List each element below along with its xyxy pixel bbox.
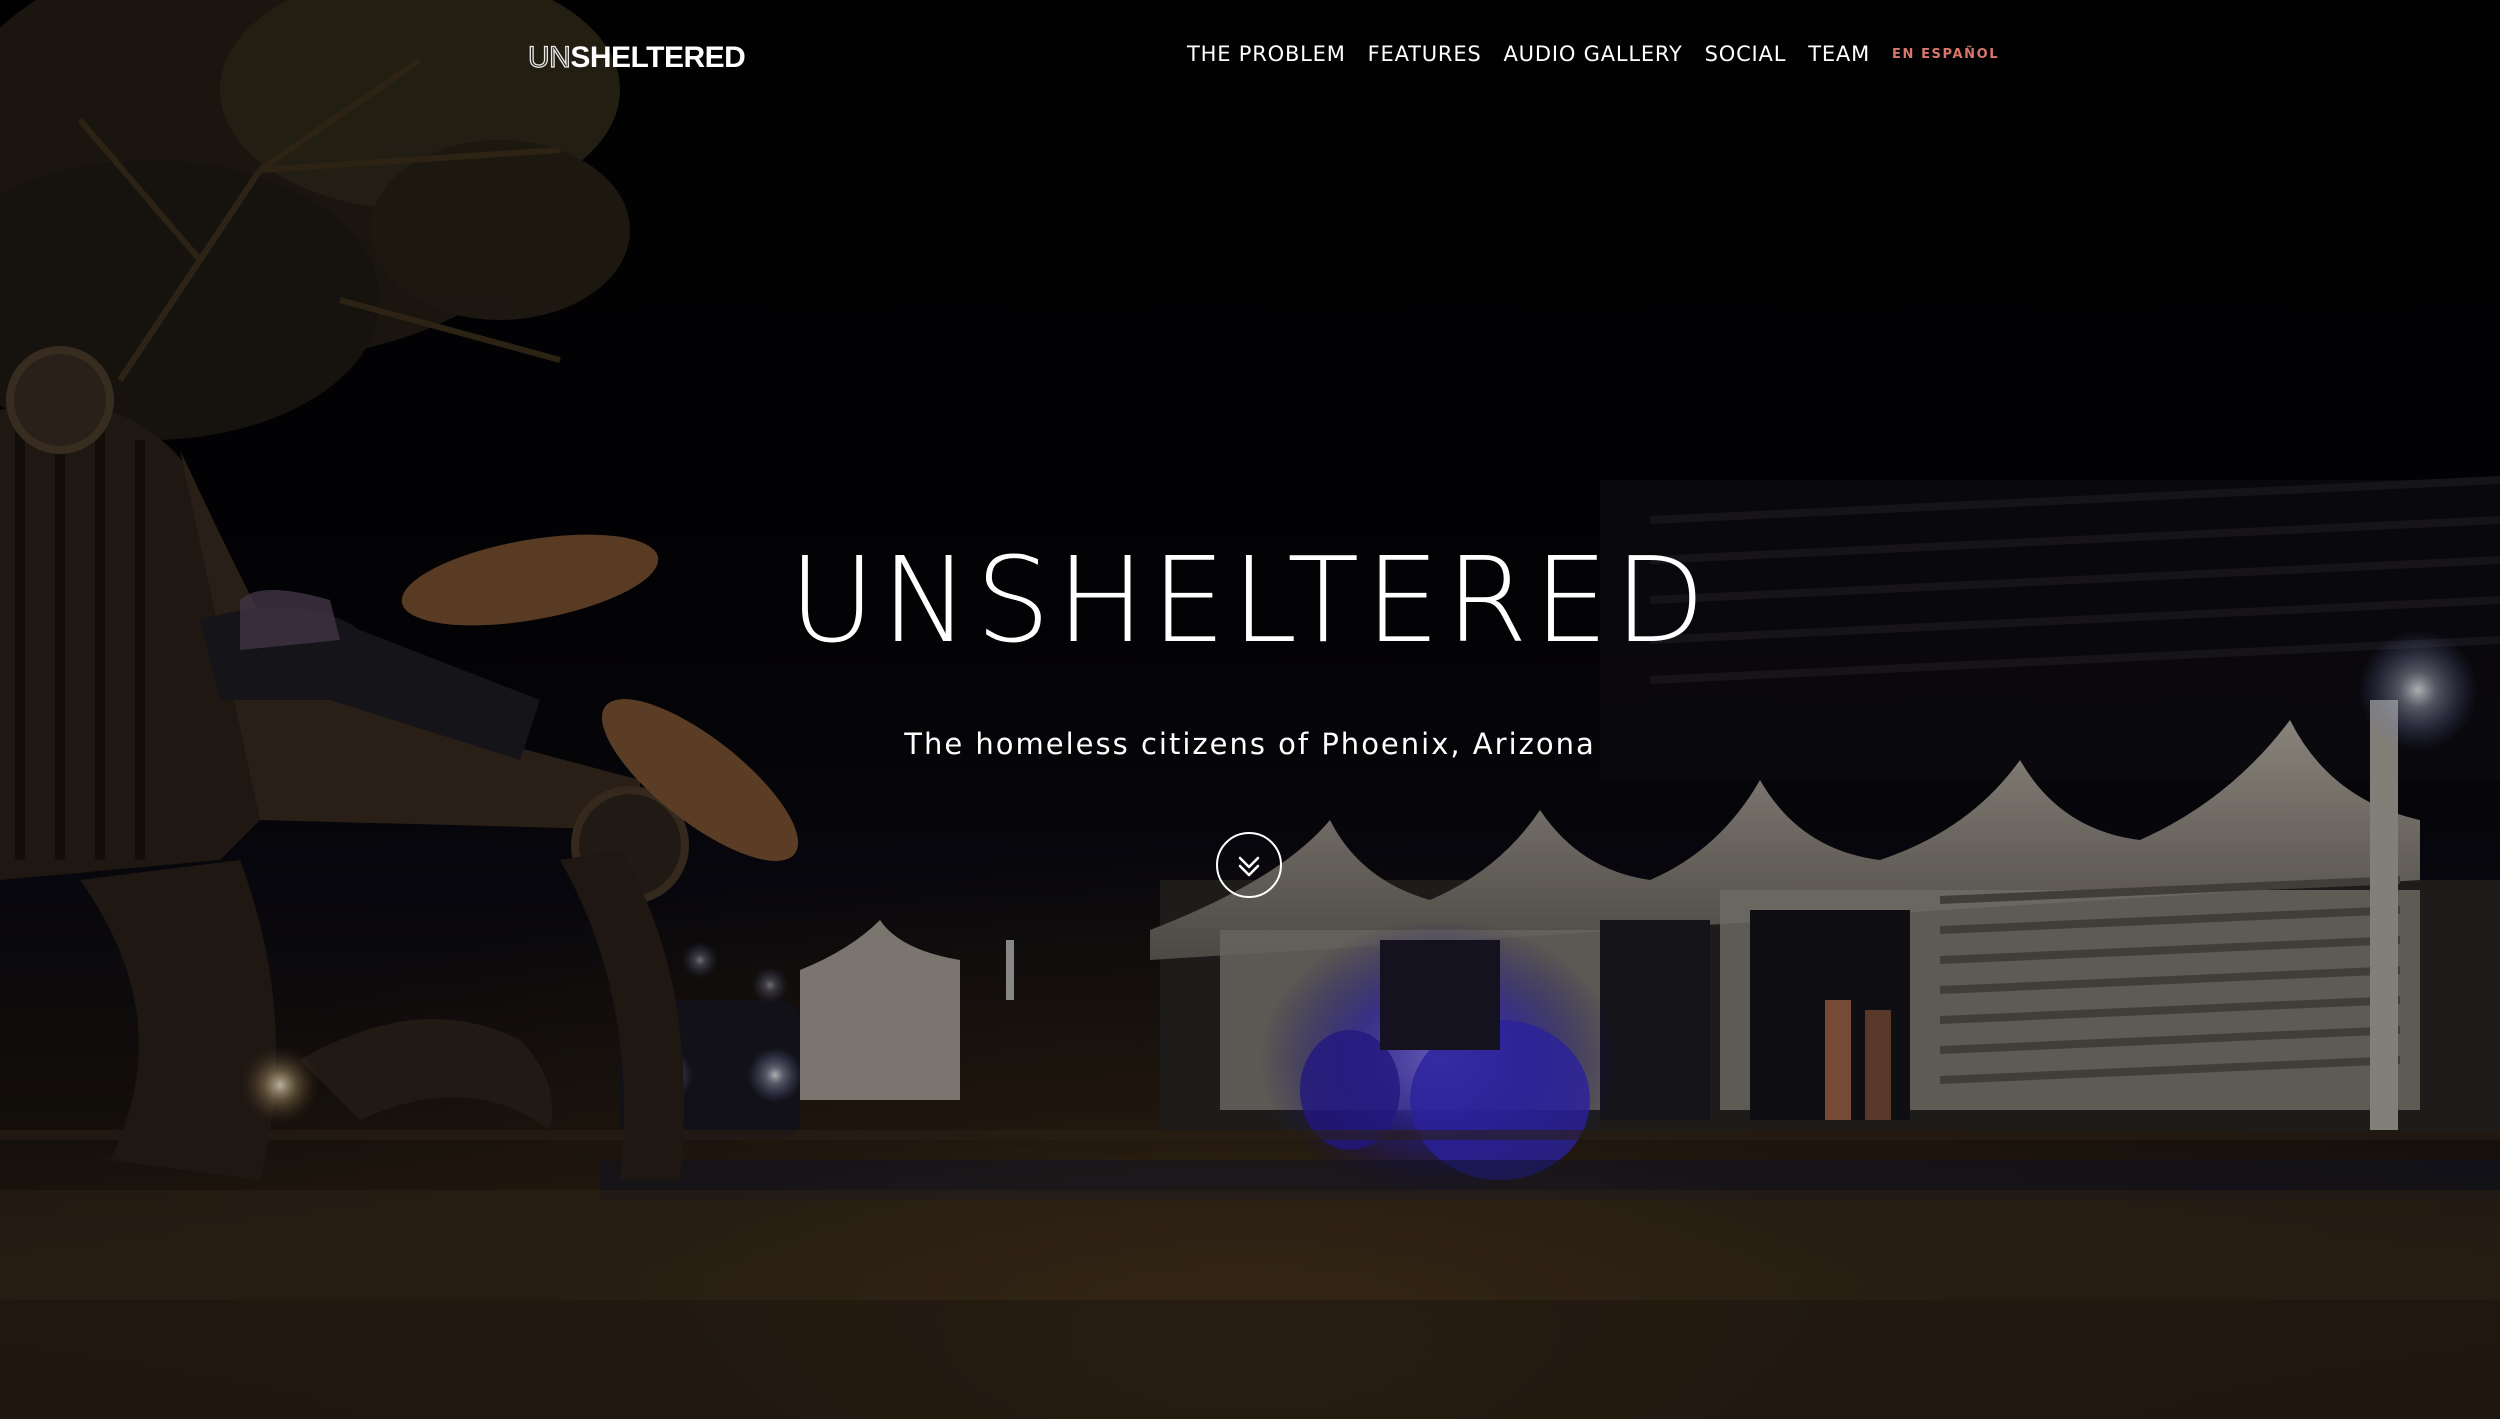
scroll-down-button[interactable] xyxy=(1216,832,1282,898)
hero-title: UNSHELTERED xyxy=(788,531,1712,669)
hero-subtitle: The homeless citizens of Phoenix, Arizon… xyxy=(904,727,1596,761)
site-logo[interactable]: UNSHELTERED xyxy=(527,38,746,78)
hero-background-photo xyxy=(0,0,2500,1419)
nav-item-features[interactable]: FEATURES xyxy=(1368,42,1482,66)
main-navigation: THE PROBLEM FEATURES AUDIO GALLERY SOCIA… xyxy=(1187,34,1999,74)
language-switch-link[interactable]: EN ESPAÑOL xyxy=(1892,47,1999,62)
logo-text-thin: UN xyxy=(527,40,571,74)
nav-item-social[interactable]: SOCIAL xyxy=(1705,42,1787,66)
nav-item-the-problem[interactable]: THE PROBLEM xyxy=(1187,42,1346,66)
hero-section: UNSHELTERED THE PROBLEM FEATURES AUDIO G… xyxy=(0,0,2500,1419)
double-chevron-down-icon xyxy=(1238,856,1260,877)
nav-item-audio-gallery[interactable]: AUDIO GALLERY xyxy=(1504,42,1683,66)
logo-text-bold: SHELTERED xyxy=(570,41,746,74)
nav-item-team[interactable]: TEAM xyxy=(1808,42,1870,66)
